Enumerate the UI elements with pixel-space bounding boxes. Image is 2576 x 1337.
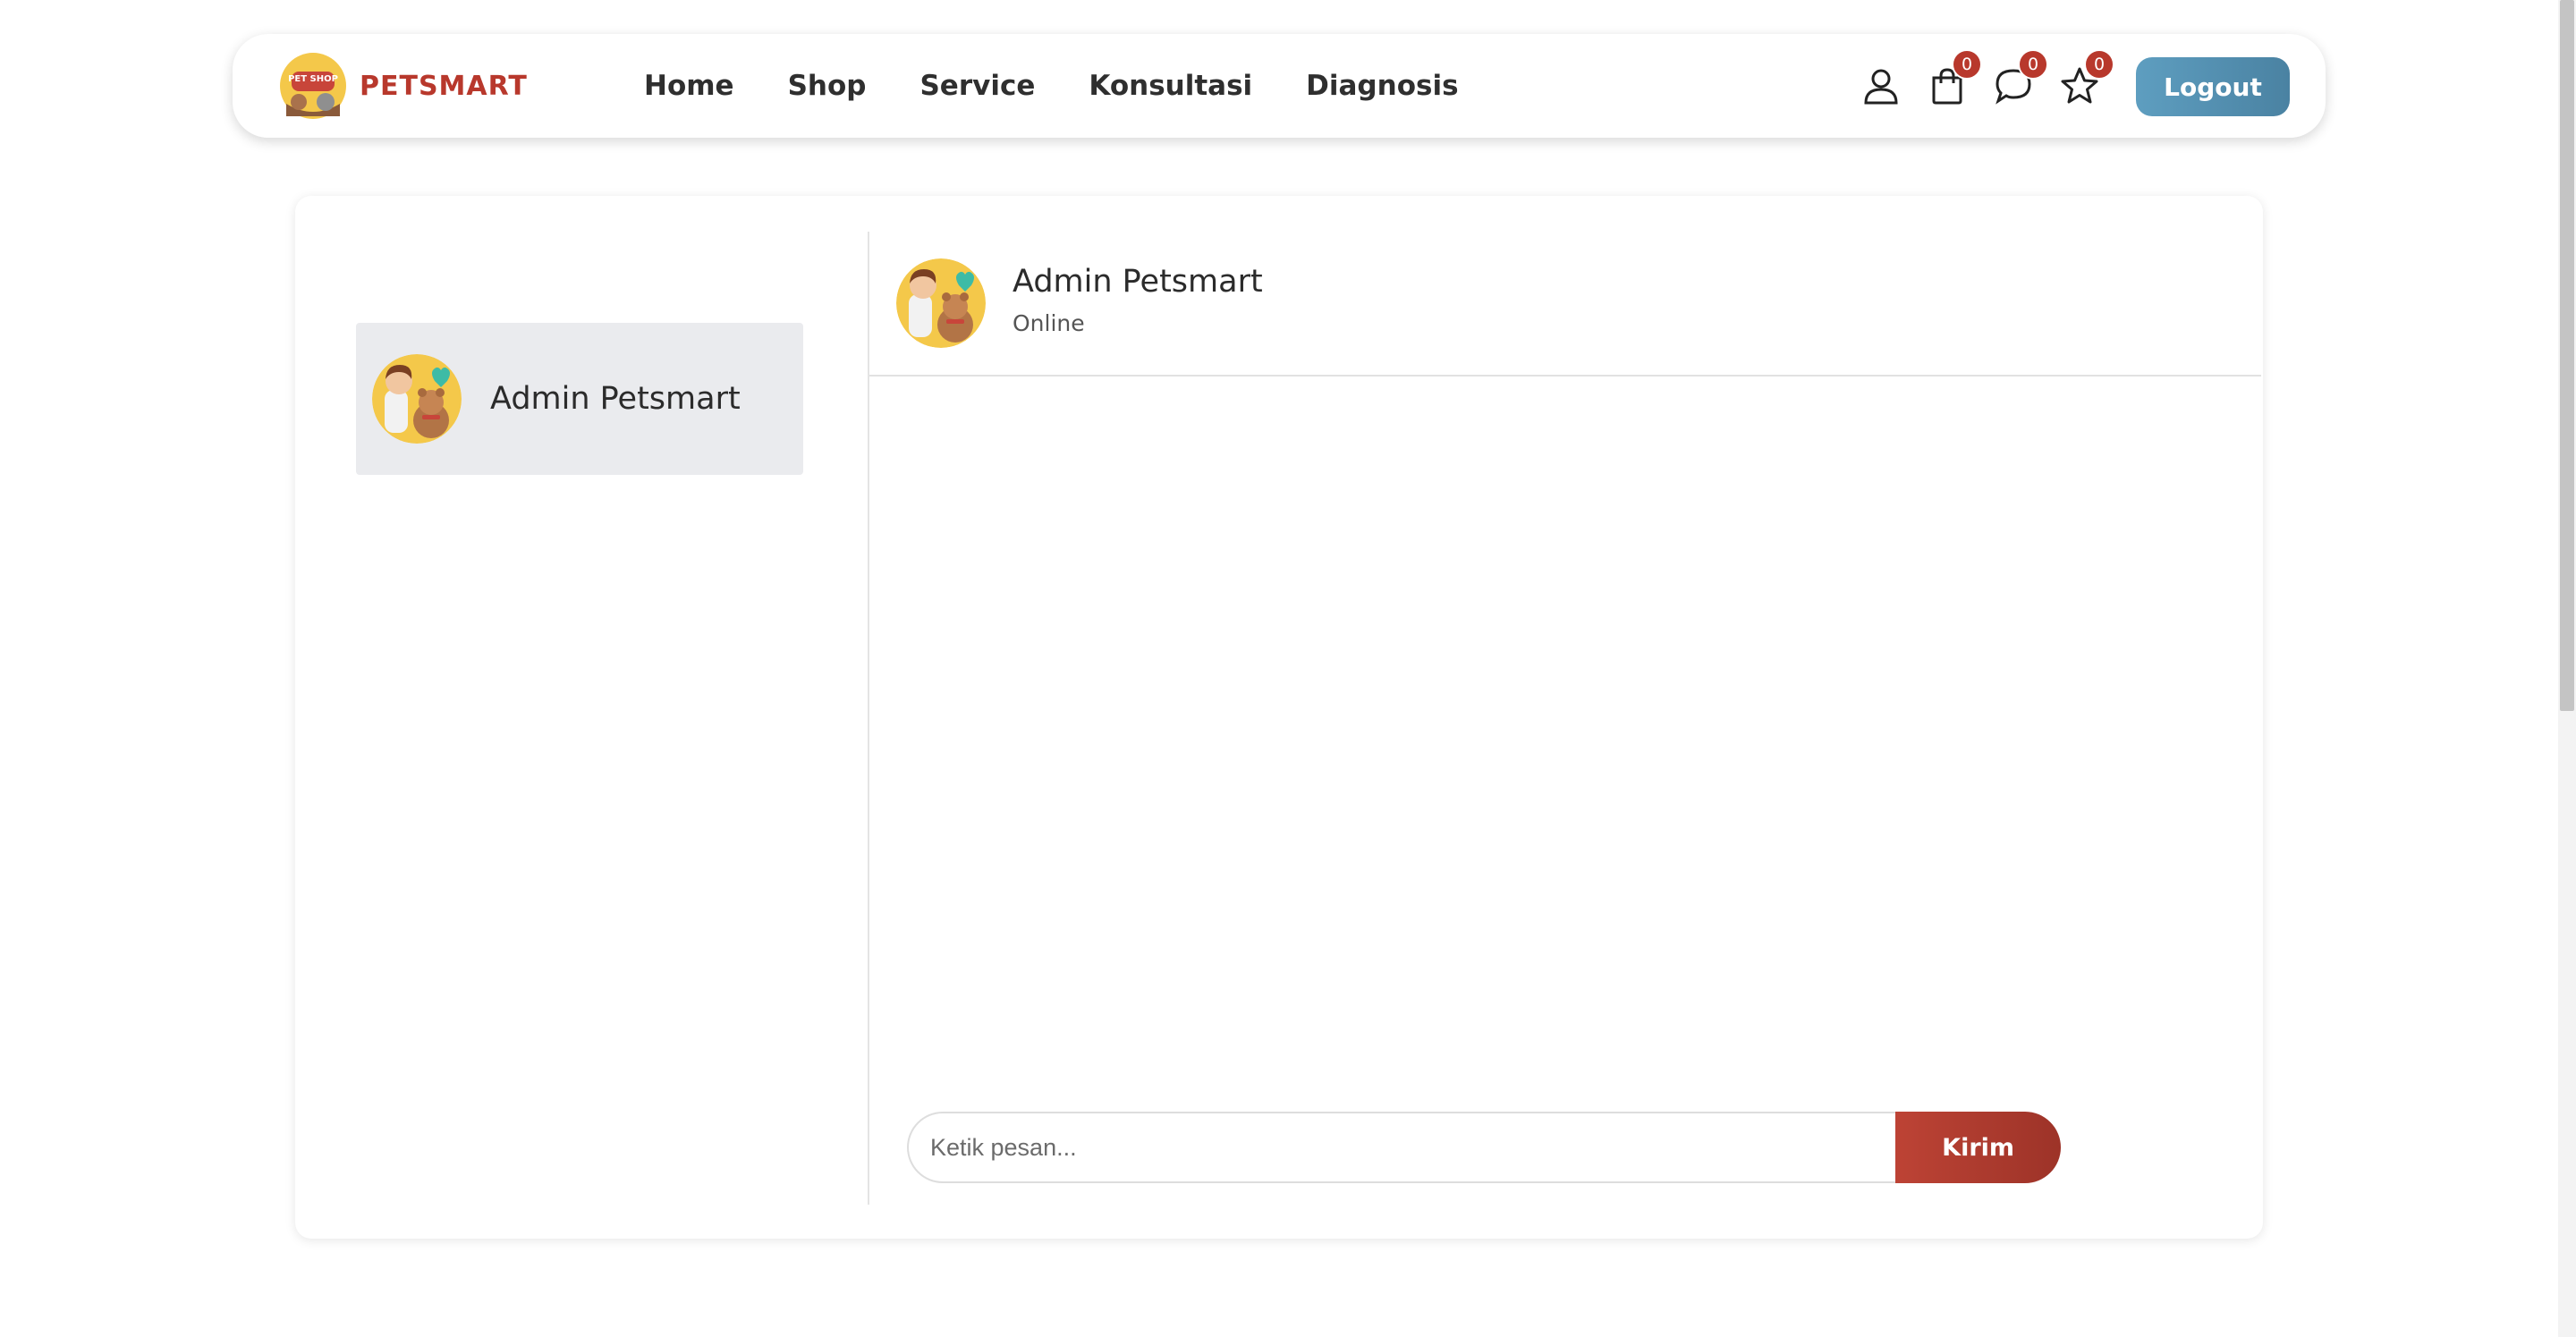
chat-status: Online xyxy=(1013,310,1085,336)
contact-name: Admin Petsmart xyxy=(490,381,741,417)
page-scrollbar[interactable] xyxy=(2558,0,2576,1337)
logout-button[interactable]: Logout xyxy=(2136,57,2290,116)
brand[interactable]: PET SHOP PETSMART xyxy=(279,52,528,120)
nav-links: Home Shop Service Konsultasi Diagnosis xyxy=(644,34,1459,138)
message-input[interactable] xyxy=(907,1112,1896,1183)
nav-link-service[interactable]: Service xyxy=(919,70,1035,102)
navbar: PET SHOP PETSMART Home Shop Service Kons… xyxy=(233,34,2326,138)
chat-count-badge: 0 xyxy=(2018,49,2048,80)
message-composer: Kirim xyxy=(907,1112,2061,1183)
contact-item[interactable]: Admin Petsmart xyxy=(356,323,803,475)
brand-name: PETSMART xyxy=(360,70,528,102)
shopping-bag-icon[interactable]: 0 xyxy=(1927,49,1982,106)
wishlist-count-badge: 0 xyxy=(2084,49,2114,80)
cart-count-badge: 0 xyxy=(1952,49,1982,80)
star-icon[interactable]: 0 xyxy=(2059,49,2114,106)
chat-header: Admin Petsmart Online xyxy=(869,251,2261,377)
nav-link-diagnosis[interactable]: Diagnosis xyxy=(1306,70,1458,102)
nav-link-shop[interactable]: Shop xyxy=(788,70,867,102)
chat-title: Admin Petsmart xyxy=(1013,264,1263,300)
user-icon[interactable] xyxy=(1860,65,1902,106)
chat-bubble-icon[interactable]: 0 xyxy=(1993,49,2048,106)
nav-icons: 0 0 0 xyxy=(1860,34,2125,138)
petshop-logo: PET SHOP xyxy=(279,52,347,120)
page: PET SHOP PETSMART Home Shop Service Kons… xyxy=(0,0,2576,1337)
avatar xyxy=(372,354,462,444)
scrollbar-thumb[interactable] xyxy=(2560,0,2574,711)
nav-link-home[interactable]: Home xyxy=(644,70,734,102)
send-button[interactable]: Kirim xyxy=(1895,1112,2061,1183)
avatar xyxy=(896,258,986,348)
nav-link-konsultasi[interactable]: Konsultasi xyxy=(1089,70,1252,102)
chat-card: Admin Petsmart Admin Petsmart Online Ket… xyxy=(295,196,2263,1239)
logo-text-pet: PET SHOP xyxy=(288,74,338,84)
message-list xyxy=(869,378,2261,1076)
